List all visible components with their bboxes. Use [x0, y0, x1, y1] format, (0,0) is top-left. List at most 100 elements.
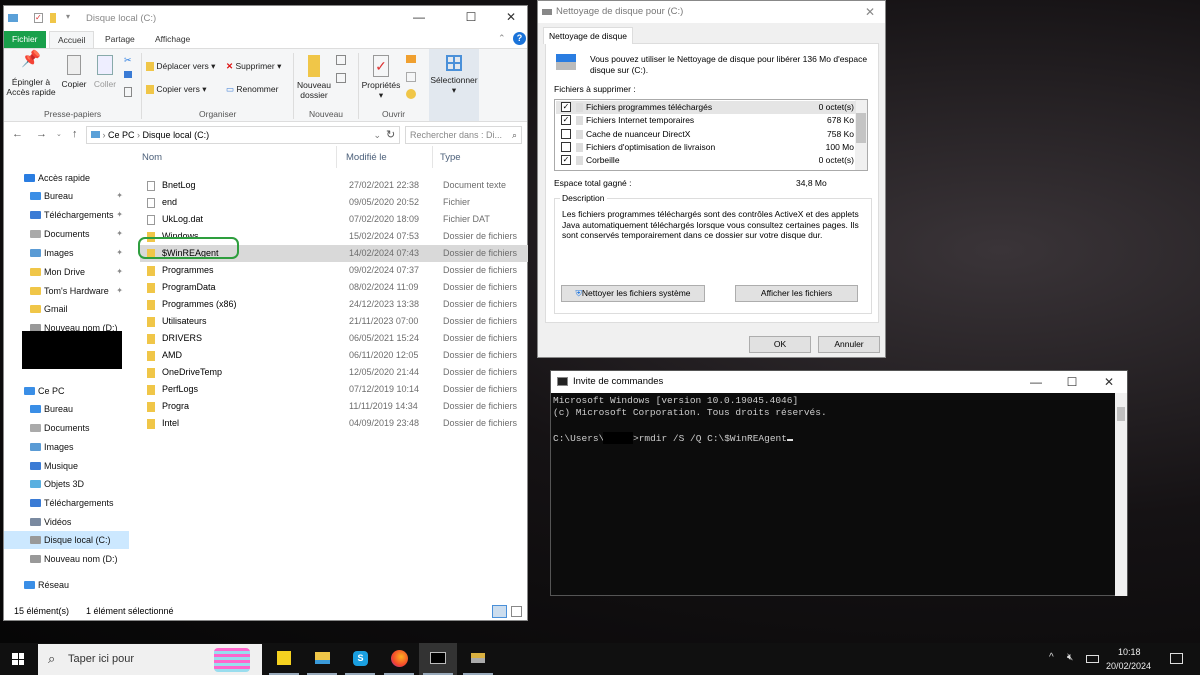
breadcrumb-ce-pc[interactable]: Ce PC [108, 130, 135, 140]
file-row[interactable]: end 09/05/2020 20:52 Fichier [140, 194, 528, 211]
volume-muted-icon[interactable]: 🔇︎ [1067, 652, 1073, 663]
nav-item[interactable]: Disque local (C:) [4, 531, 129, 549]
address-bar[interactable]: › Ce PC › Disque local (C:) ⌄ [86, 126, 400, 144]
view-files-button[interactable]: Afficher les fichiers [735, 285, 858, 302]
file-row[interactable]: Programmes 09/02/2024 07:37 Dossier de fic… [140, 262, 528, 279]
close-button[interactable]: ✕ [496, 10, 526, 24]
paste-shortcut-icon[interactable] [124, 87, 132, 97]
checkbox[interactable]: ✓ [561, 155, 571, 166]
cmd-close-button[interactable]: ✕ [1094, 371, 1124, 393]
breadcrumb-disque-local[interactable]: Disque local (C:) [143, 130, 210, 140]
file-row[interactable]: Progra 11/11/2019 14:34 Dossier de fichier… [140, 398, 528, 415]
file-row[interactable]: OneDriveTemp 12/05/2020 21:44 Dossier de f… [140, 364, 528, 381]
clock-time[interactable]: 10:18 [1118, 647, 1141, 657]
cmd-maximize-button[interactable]: ☐ [1057, 371, 1087, 393]
file-row[interactable]: Utilisateurs 21/11/2023 07:00 Dossier de f… [140, 313, 528, 330]
cancel-button[interactable]: Annuler [818, 336, 880, 353]
action-center-icon[interactable] [1170, 653, 1183, 664]
nav-item[interactable]: Accès rapide [4, 169, 129, 187]
cleanup-item[interactable]: ✓ Corbeille 0 octet(s) [556, 154, 856, 167]
sticky-notes-icon[interactable] [265, 643, 303, 675]
minimize-button[interactable]: — [404, 10, 434, 24]
nav-item[interactable]: Tom's Hardware ✦ [4, 282, 129, 300]
nav-item[interactable]: Images [4, 438, 129, 456]
collapse-ribbon-icon[interactable]: ⌃ [498, 33, 506, 44]
up-button[interactable]: ↑ [72, 128, 78, 140]
properties-quick-icon[interactable]: ✓ [34, 13, 43, 23]
refresh-icon[interactable]: ↻ [386, 128, 395, 141]
nav-item[interactable]: Bureau [4, 400, 129, 418]
nav-item[interactable]: Bureau ✦ [4, 187, 129, 205]
select-button[interactable]: Sélectionner ▾ [429, 49, 479, 121]
history-icon[interactable] [406, 89, 416, 99]
tab-nettoyage[interactable]: Nettoyage de disque [543, 27, 633, 44]
dialog-close-button[interactable]: ✕ [865, 1, 875, 23]
nav-item[interactable]: Réseau [4, 576, 129, 594]
pin-quick-access-button[interactable]: 📌 Épingler à Accès rapide [6, 52, 56, 98]
nav-item[interactable]: Objets 3D [4, 475, 129, 493]
file-row[interactable]: DRIVERS 06/05/2021 15:24 Dossier de fichie… [140, 330, 528, 347]
details-view-button[interactable] [492, 605, 507, 618]
back-button[interactable]: ← [12, 128, 23, 140]
rename-button[interactable]: ▭ Renommer [226, 84, 278, 94]
easy-access-icon[interactable] [336, 73, 346, 83]
taskbar-search[interactable]: ⌕ Taper ici pour [38, 644, 262, 675]
column-header-modified[interactable]: Modifié le [346, 152, 387, 163]
customize-toolbar-icon[interactable]: ▾ [66, 12, 70, 21]
help-icon[interactable]: ? [513, 32, 526, 45]
nav-item[interactable]: Vidéos [4, 513, 129, 531]
nav-item[interactable]: Documents [4, 419, 129, 437]
tab-fichier[interactable]: Fichier [4, 31, 46, 48]
recent-locations-button[interactable]: ⌄ [56, 130, 62, 138]
firefox-icon[interactable] [380, 643, 418, 675]
column-header-type[interactable]: Type [440, 152, 461, 163]
edit-icon[interactable] [406, 72, 416, 82]
start-button[interactable] [12, 653, 24, 665]
skype-icon[interactable]: S [341, 643, 379, 675]
file-row[interactable]: Intel 04/09/2019 23:48 Dossier de fichiers [140, 415, 528, 432]
checkbox[interactable] [561, 128, 571, 139]
cleanup-item[interactable]: ✓ Fichiers Internet temporaires 678 Ko [556, 114, 856, 127]
nav-item[interactable]: Documents ✦ [4, 225, 129, 243]
copy-to-button[interactable]: Copier vers ▾ [146, 84, 206, 95]
nav-item[interactable]: Images ✦ [4, 244, 129, 262]
cleanup-item[interactable]: Fichiers d'optimisation de livraison 100 … [556, 141, 856, 154]
folder-quick-icon[interactable] [50, 13, 56, 23]
cmd-scrollbar[interactable] [1115, 393, 1127, 596]
nav-item[interactable]: Mon Drive ✦ [4, 263, 129, 281]
file-row[interactable]: AMD 06/11/2020 12:05 Dossier de fichiers [140, 347, 528, 364]
move-to-button[interactable]: Déplacer vers ▾ [146, 61, 215, 72]
console-command[interactable]: >rmdir /S /Q C:\$WinREAgent [633, 433, 793, 444]
cmd-minimize-button[interactable]: — [1021, 371, 1051, 393]
copy-path-icon[interactable] [124, 71, 132, 78]
ok-button[interactable]: OK [749, 336, 811, 353]
nav-item[interactable]: Téléchargements [4, 494, 129, 512]
nav-item[interactable]: Gmail [4, 300, 129, 318]
disk-cleanup-taskbar-icon[interactable] [459, 643, 497, 675]
delete-button[interactable]: ✕ Supprimer ▾ [226, 61, 281, 71]
address-dropdown-icon[interactable]: ⌄ [373, 127, 381, 143]
nav-item[interactable]: Nouveau nom (D:) [4, 550, 129, 568]
show-hidden-icons-button[interactable]: ^ [1049, 652, 1054, 663]
file-row[interactable]: UkLog.dat 07/02/2020 18:09 Fichier DAT [140, 211, 528, 228]
checkbox[interactable]: ✓ [561, 115, 571, 126]
tab-accueil[interactable]: Accueil [49, 31, 95, 48]
new-folder-button[interactable]: Nouveau dossier [296, 55, 332, 100]
tab-affichage[interactable]: Affichage [147, 31, 198, 48]
file-row[interactable]: Programmes (x86) 24/12/2023 13:38 Dossier … [140, 296, 528, 313]
checkbox[interactable]: ✓ [561, 102, 571, 112]
cleanup-item[interactable]: ✓ Fichiers programmes téléchargés 0 octet(… [556, 101, 856, 114]
nav-item[interactable]: Ce PC [4, 382, 129, 400]
list-scrollbar[interactable] [855, 100, 867, 170]
file-row[interactable]: BnetLog 27/02/2021 22:38 Document texte [140, 177, 528, 194]
nav-item[interactable]: Téléchargements ✦ [4, 206, 129, 224]
network-icon[interactable] [1086, 655, 1099, 663]
tiles-view-button[interactable] [511, 606, 522, 617]
file-explorer-taskbar-icon[interactable] [303, 643, 341, 675]
new-item-icon[interactable] [336, 55, 346, 65]
open-icon[interactable] [406, 55, 416, 63]
column-header-name[interactable]: Nom [142, 152, 162, 163]
checkbox[interactable] [561, 141, 571, 152]
nav-item[interactable]: Musique [4, 457, 129, 475]
paste-button[interactable]: Coller [92, 55, 118, 89]
